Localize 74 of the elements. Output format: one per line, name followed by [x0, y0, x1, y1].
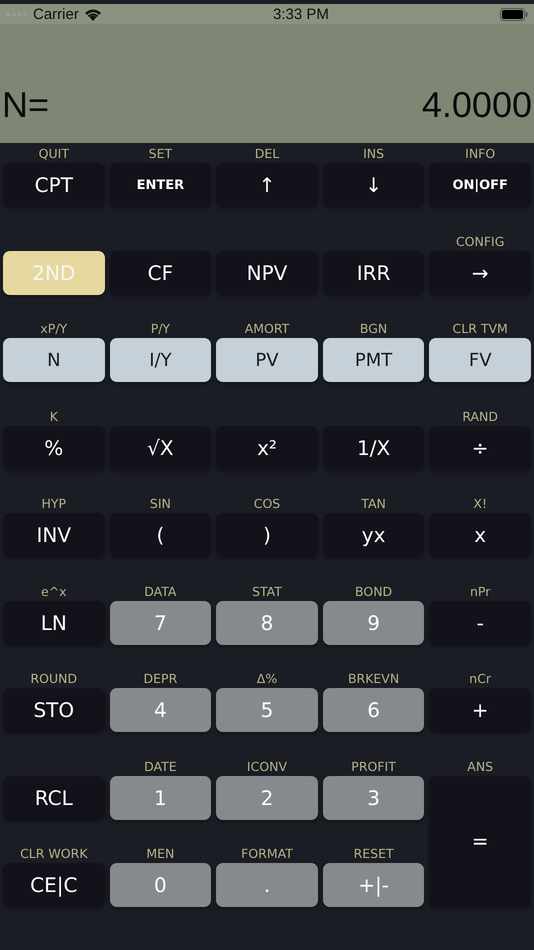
- calculator-key[interactable]: PMT: [322, 338, 424, 382]
- second-function-label: DATE: [144, 758, 177, 774]
- second-function-label: INS: [363, 146, 384, 161]
- calculator-key[interactable]: INV: [3, 513, 105, 557]
- second-function-label: STAT: [252, 584, 282, 598]
- second-function-label: BOND: [355, 584, 392, 598]
- calculator-key[interactable]: PV: [216, 338, 318, 382]
- second-function-label: DATA: [144, 584, 176, 598]
- calculator-key[interactable]: √X: [110, 426, 212, 470]
- calculator-key[interactable]: →: [429, 250, 531, 294]
- second-function-label: FORMAT: [241, 846, 293, 861]
- calculator-key[interactable]: +: [429, 688, 531, 732]
- calculator-key[interactable]: RCL: [3, 776, 105, 820]
- status-time: 3:33 PM: [272, 6, 329, 22]
- calculator-key[interactable]: ON|OFF: [429, 163, 531, 207]
- calculator-key[interactable]: ENTER: [110, 163, 212, 207]
- second-function-label: nCr: [469, 671, 492, 686]
- second-function-label: HYP: [42, 496, 66, 511]
- calculator-key[interactable]: x²: [216, 426, 318, 470]
- calculator-key[interactable]: yx: [322, 513, 424, 557]
- carrier-name: Carrier: [33, 6, 79, 22]
- display-value: 4.0000: [422, 87, 532, 123]
- second-function-label: Δ%: [256, 671, 278, 686]
- battery-icon: [500, 8, 528, 20]
- second-function-label: SET: [148, 146, 172, 161]
- second-function-label: CLR WORK: [20, 846, 88, 861]
- calculator-key[interactable]: ↓: [322, 163, 424, 207]
- calculator-key[interactable]: IRR: [322, 250, 424, 294]
- calculator-key[interactable]: x: [429, 513, 531, 557]
- second-function-label: K: [50, 408, 58, 424]
- second-function-label: ICONV: [246, 758, 288, 774]
- calculator-key[interactable]: STO: [3, 688, 105, 732]
- calculator-key[interactable]: NPV: [216, 250, 318, 294]
- display-label: N=: [2, 87, 50, 123]
- second-function-label: SIN: [150, 496, 171, 511]
- calculator-key[interactable]: CF: [110, 250, 212, 294]
- second-function-label: MEN: [146, 846, 174, 861]
- calculator-key[interactable]: N: [3, 338, 105, 382]
- second-function-label: RESET: [354, 846, 394, 861]
- second-function-label: DEL: [254, 146, 280, 161]
- second-function-label: DEPR: [144, 671, 178, 686]
- calculator-key[interactable]: LN: [3, 600, 105, 644]
- second-function-label: CONFIG: [456, 234, 504, 248]
- calculator-key[interactable]: =: [429, 776, 531, 907]
- calculator-key[interactable]: 1/X: [322, 426, 424, 470]
- second-function-label: ROUND: [30, 671, 78, 686]
- calculator-key[interactable]: CPT: [3, 163, 105, 207]
- second-function-label: BGN: [360, 321, 388, 336]
- calculator-key[interactable]: (: [110, 513, 212, 557]
- second-function-label: PROFIT: [351, 758, 396, 774]
- second-function-label: COS: [254, 496, 280, 511]
- second-function-label: P/Y: [150, 321, 170, 336]
- signal-icon: [6, 12, 28, 16]
- calculator-key[interactable]: %: [3, 426, 105, 470]
- second-function-label: QUIT: [38, 146, 69, 161]
- wifi-icon: [84, 8, 102, 20]
- calculator-key[interactable]: CE|C: [3, 863, 105, 907]
- calculator-key[interactable]: ): [216, 513, 318, 557]
- calculator-key[interactable]: ↑: [216, 163, 318, 207]
- second-function-label: TAN: [361, 496, 386, 511]
- second-function-label: X!: [473, 496, 487, 511]
- second-function-label: INFO: [465, 146, 496, 161]
- second-function-label: e^x: [41, 584, 67, 598]
- calculator-key[interactable]: -: [429, 600, 531, 644]
- calculator-key[interactable]: I/Y: [110, 338, 212, 382]
- calculator-key[interactable]: FV: [429, 338, 531, 382]
- second-function-label: ANS: [467, 758, 494, 774]
- second-function-label: xP/Y: [40, 321, 68, 336]
- second-function-label: nPr: [470, 584, 490, 598]
- second-function-label: RAND: [462, 408, 498, 424]
- second-function-label: BRKEVN: [348, 671, 400, 686]
- second-function-label: AMORT: [244, 321, 290, 336]
- second-function-label: CLR TVM: [452, 321, 508, 336]
- calculator-key[interactable]: ÷: [429, 426, 531, 470]
